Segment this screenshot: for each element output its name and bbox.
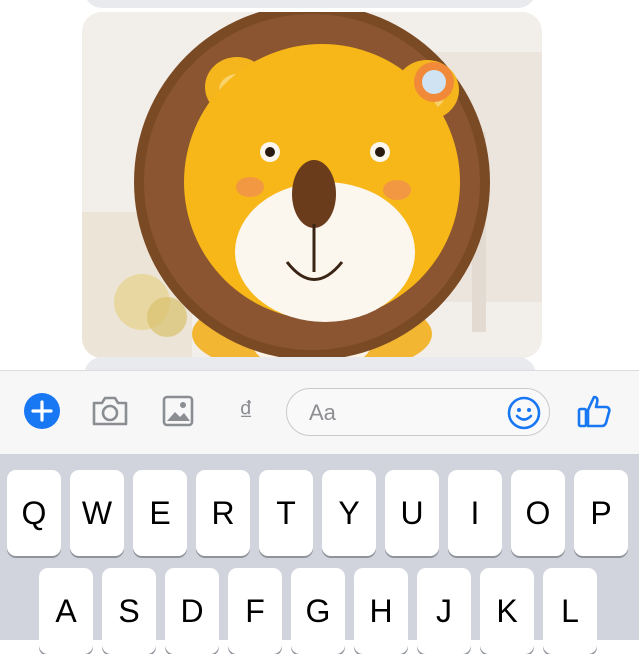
- emoji-button[interactable]: [505, 394, 543, 432]
- previous-message-bubble[interactable]: [84, 0, 536, 8]
- key-i[interactable]: I: [448, 470, 502, 556]
- key-q[interactable]: Q: [7, 470, 61, 556]
- gallery-button[interactable]: [158, 391, 198, 431]
- keyboard: Q W E R T Y U I O P A S D F G H J K L: [0, 454, 639, 654]
- key-d[interactable]: D: [165, 568, 219, 654]
- photo-message[interactable]: [82, 12, 542, 358]
- conversation-area: [0, 0, 639, 370]
- key-g[interactable]: G: [291, 568, 345, 654]
- key-r[interactable]: R: [196, 470, 250, 556]
- thumbs-up-icon: [577, 395, 611, 428]
- like-button[interactable]: [574, 391, 614, 431]
- key-a[interactable]: A: [39, 568, 93, 654]
- dong-sign-icon[interactable]: ₫: [226, 391, 266, 431]
- key-j[interactable]: J: [417, 568, 471, 654]
- key-w[interactable]: W: [70, 470, 124, 556]
- photo-icon: [162, 395, 194, 427]
- plus-circle-icon: [24, 393, 60, 429]
- camera-button[interactable]: [90, 391, 130, 431]
- camera-icon: [92, 396, 128, 426]
- key-y[interactable]: Y: [322, 470, 376, 556]
- key-k[interactable]: K: [480, 568, 534, 654]
- message-input-pill[interactable]: [286, 388, 550, 436]
- key-u[interactable]: U: [385, 470, 439, 556]
- key-l[interactable]: L: [543, 568, 597, 654]
- key-h[interactable]: H: [354, 568, 408, 654]
- currency-glyph: ₫: [238, 395, 254, 426]
- composer-bar: ₫: [0, 370, 639, 455]
- message-input[interactable]: [307, 399, 501, 427]
- add-button[interactable]: [22, 391, 62, 431]
- key-o[interactable]: O: [511, 470, 565, 556]
- key-p[interactable]: P: [574, 470, 628, 556]
- key-e[interactable]: E: [133, 470, 187, 556]
- next-message-bubble[interactable]: [84, 357, 536, 370]
- key-s[interactable]: S: [102, 568, 156, 654]
- lion-plush-photo: [82, 12, 542, 358]
- key-t[interactable]: T: [259, 470, 313, 556]
- key-f[interactable]: F: [228, 568, 282, 654]
- smiley-icon: [507, 396, 541, 430]
